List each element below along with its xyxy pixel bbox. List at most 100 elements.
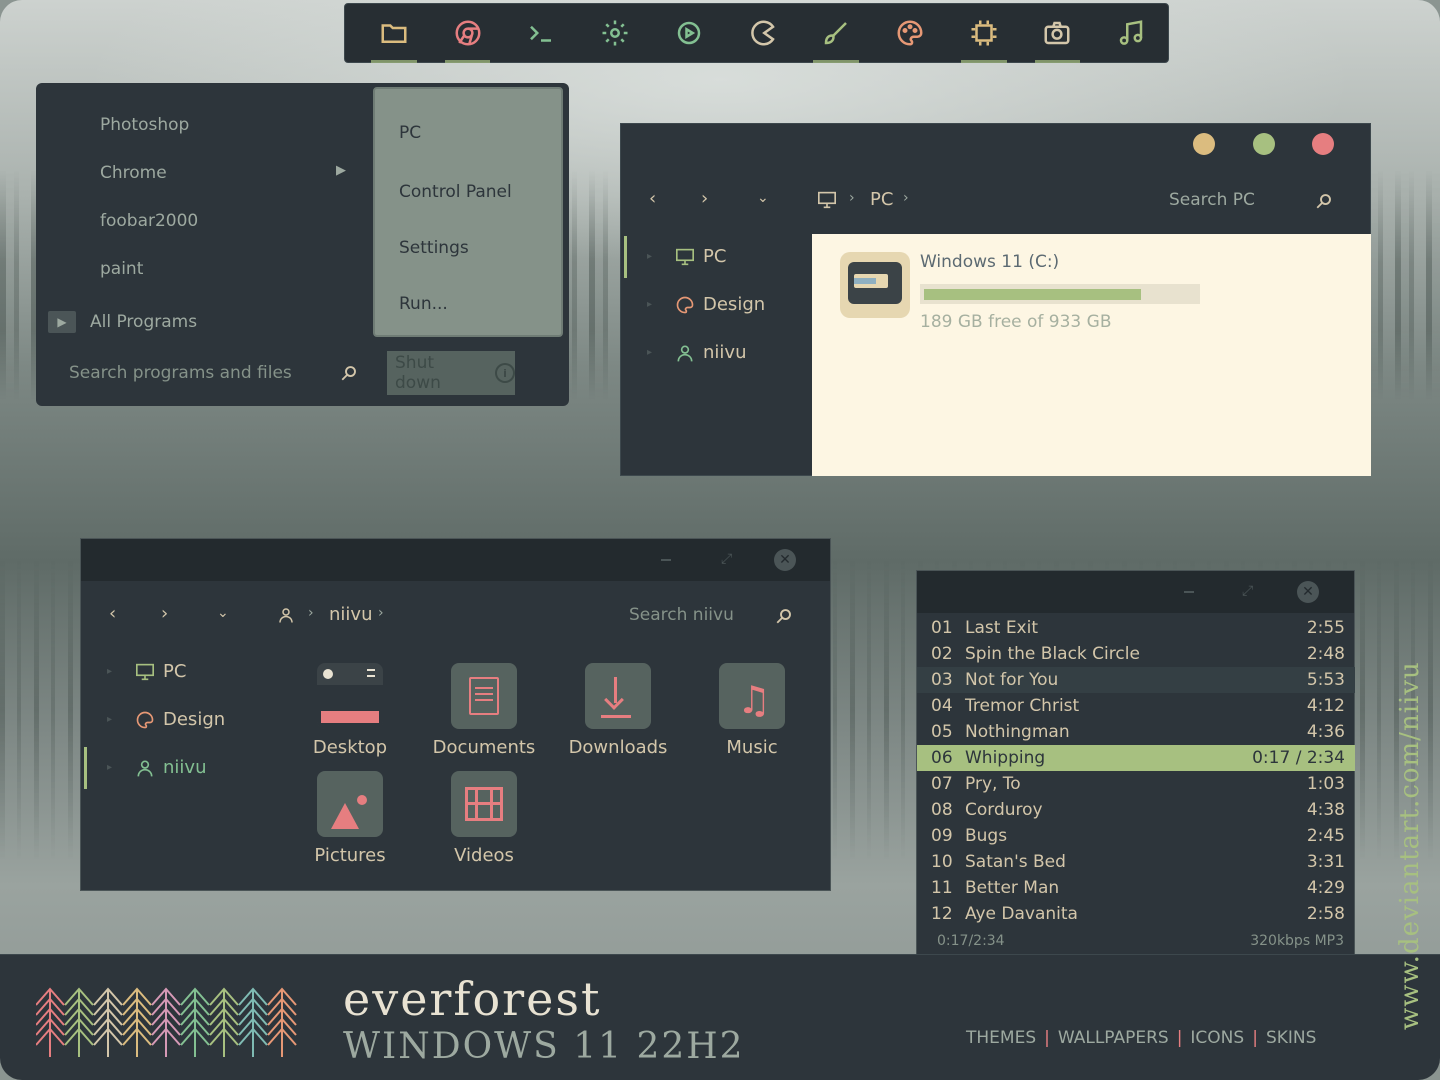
- chevron-down-icon[interactable]: ⌄: [217, 605, 229, 621]
- pacman-icon[interactable]: [726, 3, 800, 63]
- sidebar-item-niivu[interactable]: ▸ niivu: [647, 342, 746, 363]
- program-foobar2000[interactable]: foobar2000: [100, 211, 198, 231]
- track-row[interactable]: 04 Tremor Christ 4:12: [917, 693, 1355, 719]
- search-icon[interactable]: [340, 363, 358, 383]
- gear-icon[interactable]: [578, 3, 652, 63]
- palette-icon[interactable]: [873, 3, 947, 63]
- track-row[interactable]: 07 Pry, To 1:03: [917, 771, 1355, 797]
- track-number: 08: [931, 800, 953, 820]
- terminal-icon[interactable]: [504, 3, 578, 63]
- chrome-icon[interactable]: [431, 3, 505, 63]
- breadcrumb-pc[interactable]: PC: [870, 189, 893, 210]
- deviantart-url[interactable]: www.deviantart.com/niivu: [1395, 661, 1425, 1030]
- submenu-arrow-icon[interactable]: ▶: [336, 163, 346, 178]
- track-row[interactable]: 01 Last Exit 2:55: [917, 615, 1355, 641]
- drive-usage-fill: [924, 289, 1141, 300]
- track-row[interactable]: 02 Spin the Black Circle 2:48: [917, 641, 1355, 667]
- forward-icon[interactable]: ›: [161, 603, 168, 624]
- cpu-icon[interactable]: [947, 3, 1021, 63]
- track-duration: 5:53: [1306, 670, 1345, 690]
- track-number: 10: [931, 852, 953, 872]
- folder-pictures[interactable]: Pictures: [295, 771, 405, 866]
- sidebar-label: PC: [703, 246, 727, 267]
- minimize-button[interactable]: [661, 559, 671, 561]
- start-search-input[interactable]: Search programs and files: [69, 363, 359, 383]
- chevron-down-icon[interactable]: ⌄: [757, 190, 769, 206]
- search-icon[interactable]: [775, 606, 793, 626]
- brush-icon[interactable]: [799, 3, 873, 63]
- track-row[interactable]: 12 Aye Davanita 2:58: [917, 901, 1355, 927]
- sidebar-item-design[interactable]: ▸ Design: [647, 294, 766, 315]
- track-row[interactable]: 05 Nothingman 4:36: [917, 719, 1355, 745]
- tree-icon: [180, 987, 210, 1057]
- link-skins[interactable]: SKINS: [1266, 1028, 1316, 1048]
- sidebar-item-pc[interactable]: ▸ PC: [107, 661, 187, 682]
- track-number: 11: [931, 878, 953, 898]
- play-icon: ▶: [48, 311, 76, 333]
- all-programs-button[interactable]: ▶ All Programs: [48, 311, 197, 333]
- close-button[interactable]: [1312, 133, 1334, 155]
- breadcrumb-niivu[interactable]: niivu: [329, 604, 372, 625]
- search-input[interactable]: Search niivu: [629, 605, 734, 625]
- sidebar-label: PC: [163, 661, 187, 682]
- folder-label: Music: [726, 737, 778, 758]
- maximize-button[interactable]: ⤢: [1242, 583, 1253, 599]
- search-input[interactable]: Search PC: [1169, 190, 1255, 210]
- drive-item[interactable]: Windows 11 (C:) 189 GB free of 933 GB: [840, 252, 1210, 332]
- link-wallpapers[interactable]: WALLPAPERS: [1058, 1028, 1169, 1048]
- track-title: Spin the Black Circle: [965, 644, 1140, 664]
- shutdown-button[interactable]: Shut down i: [387, 351, 515, 395]
- places-run[interactable]: Run...: [399, 294, 448, 314]
- content-pane: Windows 11 (C:) 189 GB free of 933 GB: [812, 234, 1371, 476]
- drive-free-text: 189 GB free of 933 GB: [920, 312, 1112, 332]
- folder-documents[interactable]: Documents: [429, 663, 539, 758]
- desktop-folder-icon: [313, 663, 387, 731]
- maximize-button[interactable]: ⤢: [721, 551, 732, 567]
- places-settings[interactable]: Settings: [399, 238, 469, 258]
- monitor-icon: [676, 248, 694, 265]
- camera-icon[interactable]: [1021, 3, 1095, 63]
- places-control-panel[interactable]: Control Panel: [399, 182, 512, 202]
- folder-icon[interactable]: [357, 3, 431, 63]
- minimize-button[interactable]: [1193, 133, 1215, 155]
- forward-icon[interactable]: ›: [701, 188, 708, 209]
- monitor-icon: [818, 191, 836, 209]
- sidebar-label: Design: [703, 294, 766, 315]
- close-button[interactable]: ✕: [774, 549, 796, 571]
- track-title: Tremor Christ: [965, 696, 1080, 716]
- program-photoshop[interactable]: Photoshop: [100, 115, 189, 135]
- places-pc[interactable]: PC: [399, 123, 421, 143]
- videos-folder-icon: [447, 771, 521, 839]
- track-row[interactable]: 03 Not for You 5:53: [917, 667, 1355, 693]
- folder-videos[interactable]: Videos: [429, 771, 539, 866]
- track-row[interactable]: 08 Corduroy 4:38: [917, 797, 1355, 823]
- search-icon[interactable]: [1315, 191, 1333, 211]
- music-icon[interactable]: [1094, 3, 1168, 63]
- link-icons[interactable]: ICONS: [1190, 1028, 1244, 1048]
- track-row[interactable]: 11 Better Man 4:29: [917, 875, 1355, 901]
- program-chrome[interactable]: Chrome: [100, 163, 167, 183]
- track-row[interactable]: 06 Whipping 0:17 / 2:34: [917, 745, 1355, 771]
- track-row[interactable]: 09 Bugs 2:45: [917, 823, 1355, 849]
- tree-icon: [151, 987, 181, 1057]
- maximize-button[interactable]: [1253, 133, 1275, 155]
- back-icon[interactable]: ‹: [109, 603, 116, 624]
- close-button[interactable]: ✕: [1297, 581, 1319, 603]
- folder-downloads[interactable]: Downloads: [563, 663, 673, 758]
- folder-music[interactable]: ♫ Music: [697, 663, 807, 758]
- sidebar-item-niivu[interactable]: ▸ niivu: [107, 757, 206, 778]
- start-menu: Photoshop Chrome ▶ foobar2000 paint ▶ Al…: [36, 83, 569, 406]
- sidebar-item-pc[interactable]: ▸ PC: [647, 246, 727, 267]
- tree-icon: [36, 987, 65, 1057]
- back-icon[interactable]: ‹: [649, 188, 656, 209]
- track-row[interactable]: 10 Satan's Bed 3:31: [917, 849, 1355, 875]
- link-themes[interactable]: THEMES: [966, 1028, 1036, 1048]
- track-title: Bugs: [965, 826, 1008, 846]
- breadcrumb-separator: ›: [308, 605, 314, 621]
- minimize-button[interactable]: [1184, 591, 1194, 593]
- program-paint[interactable]: paint: [100, 259, 143, 279]
- sidebar-item-design[interactable]: ▸ Design: [107, 709, 225, 730]
- media-gear-icon[interactable]: [652, 3, 726, 63]
- downloads-folder-icon: [581, 663, 655, 731]
- folder-desktop[interactable]: Desktop: [295, 663, 405, 758]
